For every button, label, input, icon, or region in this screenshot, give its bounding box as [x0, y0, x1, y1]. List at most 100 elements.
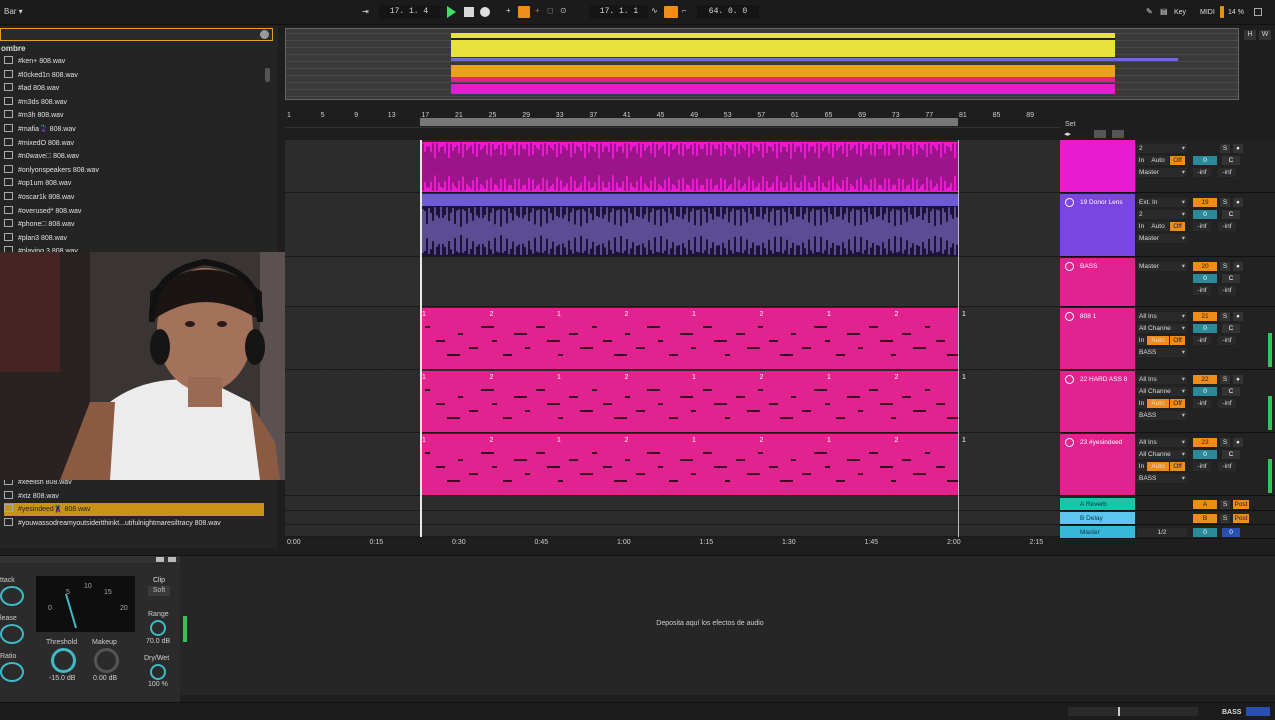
midi-note[interactable] — [824, 403, 830, 405]
midi-note[interactable] — [647, 389, 660, 391]
follow-icon[interactable]: ⇥ — [362, 7, 369, 17]
file-item[interactable]: #n0wave🗆 808.wav — [4, 150, 264, 163]
file-item[interactable]: #phone🗆 808.wav — [4, 218, 264, 231]
release-knob[interactable] — [0, 624, 24, 644]
master-output-select[interactable]: 1/2 — [1137, 528, 1187, 537]
midi-note[interactable] — [480, 452, 494, 454]
unfold-icon[interactable] — [1112, 130, 1124, 138]
midi-note[interactable] — [502, 480, 512, 482]
solo-button[interactable]: S — [1220, 312, 1230, 321]
track-volume[interactable]: 0 — [1193, 156, 1217, 165]
track-header[interactable]: 808 1 All Ins All Channe InAutoOff BASS 21S● 0… — [1060, 308, 1275, 370]
midi-note[interactable] — [924, 389, 930, 391]
punch-in-icon[interactable]: ∿ — [651, 6, 658, 16]
midi-note[interactable] — [869, 452, 878, 454]
midi-note[interactable] — [602, 403, 612, 405]
midi-note[interactable] — [891, 480, 897, 482]
midi-note[interactable] — [724, 480, 730, 482]
midi-note[interactable] — [591, 452, 597, 454]
midi-note[interactable] — [436, 403, 446, 405]
midi-note[interactable] — [824, 340, 830, 342]
midi-note[interactable] — [469, 347, 479, 349]
arm-button[interactable]: ● — [1233, 312, 1243, 321]
midi-map-button[interactable]: MIDI — [1200, 8, 1215, 17]
midi-note[interactable] — [669, 354, 679, 356]
playhead-cursor[interactable] — [420, 140, 422, 537]
midi-note[interactable] — [857, 473, 863, 475]
midi-note[interactable] — [813, 389, 827, 391]
midi-note[interactable] — [813, 326, 827, 328]
track-fold-icon[interactable] — [1065, 438, 1074, 447]
track-title-bar[interactable]: 808 1 — [1060, 308, 1135, 369]
midi-note[interactable] — [547, 403, 561, 405]
send-b-value[interactable]: -inf — [1218, 286, 1236, 295]
midi-clip-3[interactable]: 1 2 1 2 1 2 1 2 1 — [421, 434, 966, 495]
midi-note[interactable] — [835, 417, 845, 419]
solo-button[interactable]: S — [1220, 144, 1230, 153]
audio-clip-purple[interactable] — [420, 194, 958, 256]
monitor-off-button[interactable]: Off — [1170, 462, 1185, 471]
send-b-value[interactable]: -inf — [1218, 222, 1236, 231]
file-item[interactable]: #oscar1k 808.wav — [4, 191, 264, 204]
midi-note[interactable] — [569, 333, 579, 335]
monitor-in-button[interactable]: In — [1137, 336, 1146, 345]
midi-note[interactable] — [791, 396, 797, 398]
midi-note[interactable] — [513, 396, 527, 398]
track-activator-button[interactable]: 20 — [1193, 262, 1217, 271]
browser-search-input[interactable] — [0, 28, 273, 41]
midi-note[interactable] — [635, 410, 645, 412]
midi-note[interactable] — [880, 403, 894, 405]
midi-note[interactable] — [469, 410, 479, 412]
track-header[interactable]: 23 #yesindeed All Ins All Channe InAutoOff B… — [1060, 434, 1275, 496]
midi-note[interactable] — [924, 452, 930, 454]
track-title-bar[interactable]: 23 #yesindeed — [1060, 434, 1135, 495]
track-fold-icon[interactable] — [1065, 198, 1074, 207]
midi-note[interactable] — [480, 389, 494, 391]
output-select[interactable]: BASS — [1137, 474, 1187, 483]
drywet-knob[interactable] — [150, 664, 166, 680]
lane-return-b[interactable] — [285, 511, 1060, 525]
return-title-bar[interactable]: Master — [1060, 526, 1135, 538]
output-select[interactable]: Master — [1137, 234, 1187, 243]
track-activator-button[interactable]: 21 — [1193, 312, 1217, 321]
midi-note[interactable] — [769, 466, 779, 468]
lane-master[interactable] — [285, 525, 1060, 537]
midi-note[interactable] — [702, 452, 712, 454]
stop-button[interactable] — [464, 6, 476, 18]
track-pan[interactable]: C — [1222, 210, 1240, 219]
midi-note[interactable] — [580, 473, 594, 475]
midi-note[interactable] — [436, 466, 446, 468]
lane-return-a[interactable] — [285, 497, 1060, 511]
midi-note[interactable] — [880, 340, 894, 342]
soft-button[interactable]: Soft — [148, 586, 170, 596]
master-pan[interactable]: 0 — [1222, 528, 1240, 537]
midi-clip-1[interactable]: 1 2 1 2 1 2 1 2 1 — [421, 308, 966, 369]
midi-note[interactable] — [869, 326, 878, 328]
midi-note[interactable] — [458, 333, 464, 335]
status-zoom-handle[interactable] — [1118, 707, 1120, 716]
track-pan[interactable]: C — [1222, 156, 1240, 165]
midi-note[interactable] — [802, 410, 812, 412]
overview-h-button[interactable]: H — [1244, 30, 1256, 40]
track-volume[interactable]: 0 — [1193, 450, 1217, 459]
send-a-value[interactable]: -inf — [1193, 168, 1211, 177]
track-header[interactable]: 19 Donor Lens Ext. In 2 InAutoOff Master 19S●… — [1060, 194, 1275, 257]
return-track-header[interactable]: B Delay B S Post — [1060, 512, 1275, 525]
midi-note[interactable] — [680, 333, 694, 335]
solo-button[interactable]: S — [1220, 438, 1230, 447]
lane-2[interactable] — [285, 194, 1060, 257]
midi-note[interactable] — [558, 354, 564, 356]
track-header[interactable]: 2 InAutoOff Master S● 0C -inf -inf — [1060, 140, 1275, 193]
midi-note[interactable] — [835, 354, 845, 356]
midi-note[interactable] — [647, 326, 660, 328]
file-item[interactable]: #m3ds 808.wav — [4, 96, 264, 109]
midi-note[interactable] — [713, 340, 727, 342]
file-item[interactable]: #mixedO 808.wav — [4, 137, 264, 150]
midi-note[interactable] — [735, 396, 745, 398]
midi-note[interactable] — [502, 417, 512, 419]
monitor-auto-button[interactable]: Auto — [1147, 156, 1169, 165]
file-item-selected[interactable]: #yesindeed🦹 808.wav — [4, 503, 264, 516]
midi-note[interactable] — [624, 333, 630, 335]
midi-note[interactable] — [658, 466, 664, 468]
midi-note[interactable] — [558, 480, 564, 482]
